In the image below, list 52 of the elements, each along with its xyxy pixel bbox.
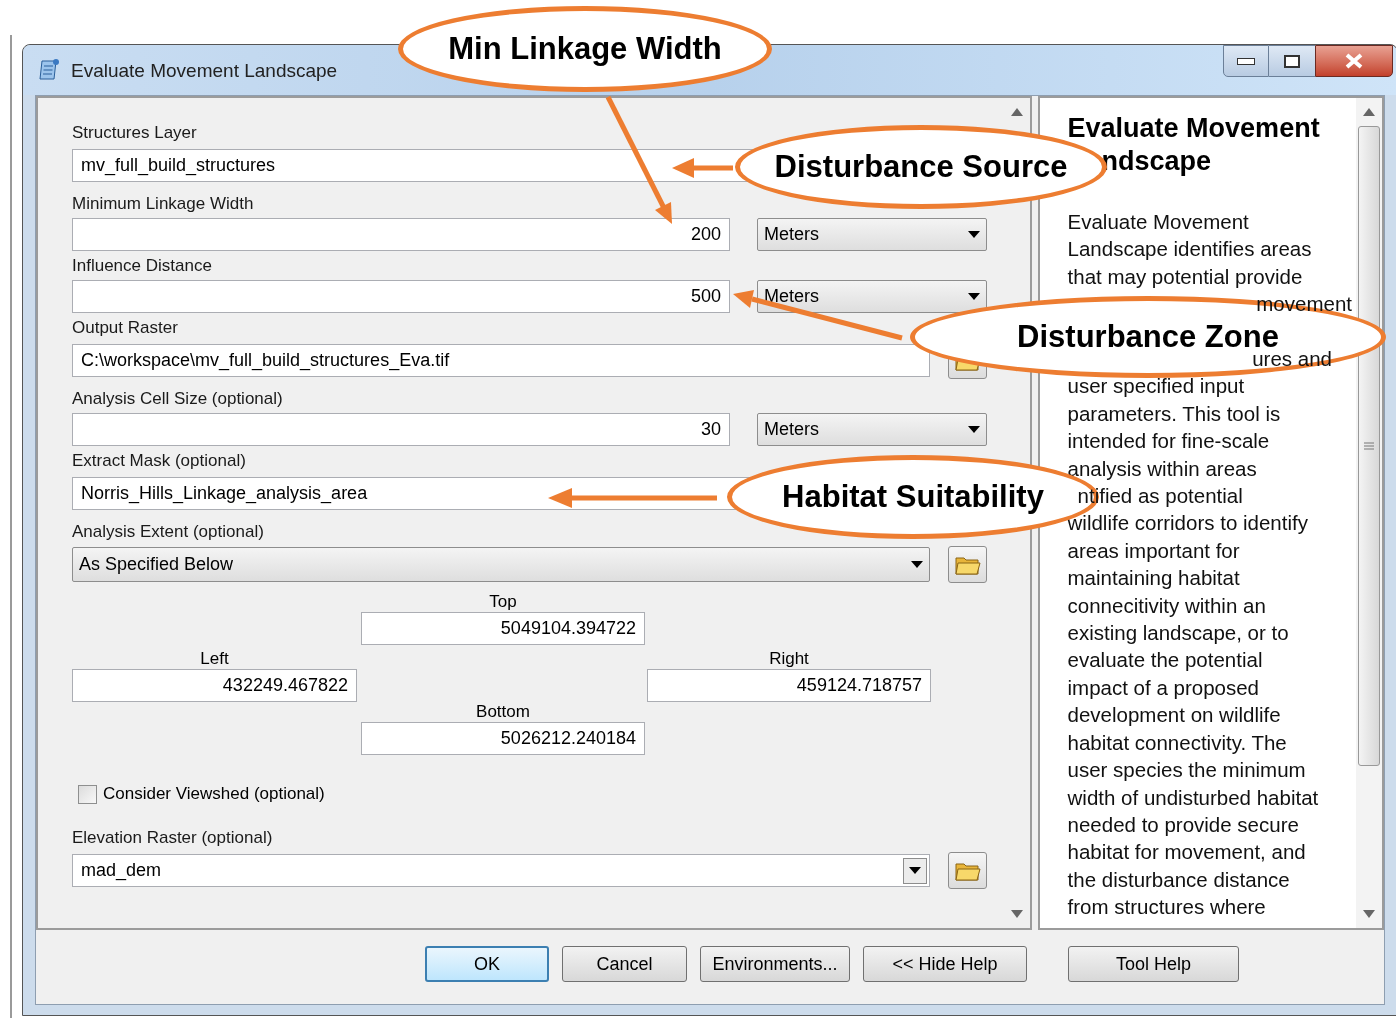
help-text: needed to provide secure [1067, 811, 1300, 838]
help-text: evaluate the potential [1067, 647, 1264, 674]
dialog-button[interactable]: << Hide Help [863, 946, 1027, 982]
field-label: Minimum Linkage Width [72, 194, 254, 214]
field-label: Structures Layer [72, 123, 197, 143]
help-text: user species the minimum [1067, 757, 1307, 784]
checkbox-label: Consider Viewshed (optional) [103, 783, 325, 806]
help-text: development on wildlife [1067, 702, 1282, 729]
number-field[interactable]: 30 [72, 413, 730, 446]
extent-label: Right [769, 649, 809, 669]
combo-field[interactable]: mad_dem [72, 854, 930, 887]
dialog-button[interactable]: Environments... [700, 946, 850, 982]
callout-tooltip: Min Linkage Width [398, 6, 772, 92]
field-label: Extract Mask (optional) [72, 451, 246, 471]
field-label: Elevation Raster (optional) [72, 828, 273, 848]
coordinate-field[interactable]: 432249.467822 [72, 669, 357, 702]
help-text: habitat for movement, and [1067, 839, 1307, 866]
unit-dropdown[interactable]: Meters [757, 218, 987, 251]
extent-label: Left [200, 649, 229, 669]
number-field[interactable]: 200 [72, 218, 730, 251]
help-text: the disturbance distance [1067, 866, 1291, 893]
field-label: Influence Distance [72, 256, 212, 276]
dialog-button[interactable]: OK [425, 946, 549, 982]
help-text: habitat connectivity. The [1067, 729, 1288, 756]
window-title: Evaluate Movement Landscape [71, 58, 338, 83]
number-field[interactable]: 500 [72, 280, 730, 313]
field-label: Analysis Cell Size (optional) [72, 389, 283, 409]
help-text: Evaluate Movement [1067, 209, 1250, 235]
help-text: maintaining habitat [1067, 565, 1241, 592]
coordinate-field[interactable]: 5026212.240184 [361, 722, 645, 755]
help-text: parameters. This tool is [1067, 400, 1282, 427]
help-text: that may potential provide [1067, 263, 1304, 290]
help-text: connecitivity within an [1067, 592, 1267, 619]
help-text: width of undisturbed habitat [1067, 784, 1320, 811]
field-label: Analysis Extent (optional) [72, 522, 264, 542]
help-text: Landscape identifies areas [1067, 236, 1313, 263]
unit-dropdown[interactable]: Meters [757, 280, 987, 313]
coordinate-field[interactable]: 459124.718757 [647, 669, 931, 702]
help-text: existing landscape, or to [1067, 620, 1290, 647]
help-text: intended for fine-scale [1067, 428, 1271, 455]
coordinate-field[interactable]: 5049104.394722 [361, 612, 645, 645]
extent-dropdown[interactable]: As Specified Below [72, 547, 930, 582]
dialog-button[interactable]: Cancel [562, 946, 687, 982]
text-field[interactable]: C:\workspace\mv_full_build_structures_Eva.tif [72, 344, 930, 377]
extent-label: Top [489, 592, 517, 612]
extent-label: Bottom [476, 702, 530, 722]
field-label: Output Raster [72, 318, 178, 338]
unit-dropdown[interactable]: Meters [757, 413, 987, 446]
help-text: areas important for [1067, 537, 1241, 564]
help-text: impact of a proposed [1067, 674, 1260, 701]
dialog-button[interactable]: Tool Help [1068, 946, 1239, 982]
help-text: from structures where [1067, 894, 1267, 921]
